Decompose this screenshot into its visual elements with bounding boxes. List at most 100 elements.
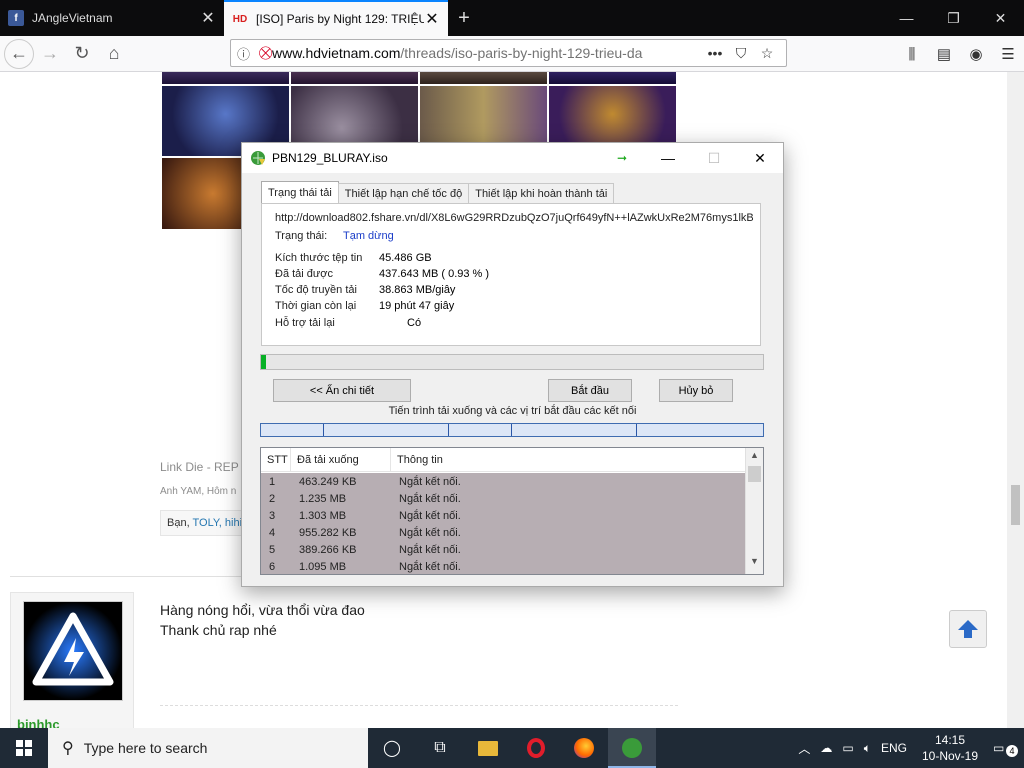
column-header-downloaded[interactable]: Đã tải xuống: [291, 448, 391, 471]
clock-date: 10-Nov-19: [921, 749, 978, 763]
list-item[interactable]: 2 1.235 MB Ngắt kết nối.: [261, 490, 745, 507]
search-placeholder: Type here to search: [83, 740, 208, 756]
thumbnail-image[interactable]: [420, 72, 547, 84]
status-panel: http://download802.fshare.vn/dl/X8L6wG29…: [261, 203, 761, 346]
file-size-value: 45.486 GB: [379, 252, 432, 264]
show-hidden-icons-icon[interactable]: ︿: [793, 740, 815, 757]
account-icon[interactable]: ◉: [960, 45, 992, 63]
username[interactable]: binhhc: [17, 717, 60, 728]
cortana-icon[interactable]: ◯: [368, 728, 416, 768]
status-value: Tạm dừng: [343, 230, 394, 242]
url-bar[interactable]: ⓘ ⛒ www.hdvietnam.com/threads/iso-paris-…: [230, 39, 787, 67]
file-explorer-icon[interactable]: [464, 728, 512, 768]
dialog-titlebar[interactable]: PBN129_BLURAY.iso ➞ — ☐ ✕: [242, 143, 783, 173]
arrow-up-icon: [958, 620, 978, 638]
idm-taskbar-icon[interactable]: [608, 728, 656, 768]
thumbnail-image[interactable]: [549, 72, 676, 84]
menu-icon[interactable]: ☰: [992, 45, 1024, 63]
url-path: /threads/iso-paris-by-night-129-trieu-da: [400, 45, 643, 61]
language-indicator[interactable]: ENG: [876, 741, 912, 755]
quote-author-text: Anh YAM, Hôm n: [160, 486, 237, 497]
info-icon[interactable]: ⓘ: [237, 44, 250, 63]
close-tab-icon[interactable]: ✕: [424, 9, 440, 29]
list-scrollbar-thumb[interactable]: [748, 466, 761, 482]
reload-button[interactable]: ↻: [66, 38, 98, 70]
back-button[interactable]: ←: [4, 38, 34, 69]
firefox-icon[interactable]: [560, 728, 608, 768]
list-item[interactable]: 3 1.303 MB Ngắt kết nối.: [261, 507, 745, 524]
tracking-protection-icon[interactable]: ⛒: [259, 45, 272, 61]
connections-list[interactable]: STT Đã tải xuống Thông tin 1 463.249 KB Ng…: [260, 447, 764, 575]
home-button[interactable]: ⌂: [98, 38, 130, 70]
scroll-up-arrow-icon[interactable]: ▲: [746, 450, 763, 466]
start-button[interactable]: [0, 728, 48, 768]
hide-details-button[interactable]: << Ẩn chi tiết: [273, 379, 411, 402]
dialog-minimize-button[interactable]: —: [645, 143, 691, 173]
post-line: Thank chủ rap nhé: [160, 622, 277, 638]
speed-value: 38.863 MB/giây: [379, 284, 456, 296]
list-scrollbar[interactable]: ▲ ▼: [745, 448, 763, 574]
tab-janglevietnam[interactable]: f JAngleVietnam ✕: [0, 0, 224, 36]
opera-icon[interactable]: [512, 728, 560, 768]
cell-stt: 4: [269, 526, 276, 539]
clock[interactable]: 14:15 10-Nov-19: [912, 732, 988, 764]
thumbnail-image[interactable]: [162, 72, 289, 84]
forward-button[interactable]: →: [34, 38, 66, 70]
hdvietnam-icon: HD: [232, 13, 248, 25]
library-icon[interactable]: ⫼: [896, 46, 928, 63]
scroll-down-arrow-icon[interactable]: ▼: [746, 556, 763, 572]
remaining-row: Thời gian còn lại 19 phút 47 giây: [275, 300, 454, 312]
task-view-icon[interactable]: ⧉: [416, 728, 464, 768]
volume-icon[interactable]: 🔈︎: [859, 741, 876, 756]
onedrive-icon[interactable]: ☁: [815, 741, 837, 755]
cell-downloaded: 463.249 KB: [299, 475, 357, 488]
minimize-button[interactable]: —: [883, 0, 930, 36]
dialog-close-button[interactable]: ✕: [737, 143, 783, 173]
tab-hdvietnam[interactable]: HD [ISO] Paris by Night 129: TRIỆU ✕: [224, 0, 448, 36]
clock-time: 14:15: [934, 733, 965, 747]
page-scrollbar[interactable]: [1007, 72, 1024, 728]
close-tab-icon[interactable]: ✕: [200, 8, 216, 28]
column-header-info[interactable]: Thông tin: [391, 448, 745, 471]
windows-logo-icon: [16, 740, 32, 756]
list-item[interactable]: 6 1.095 MB Ngắt kết nối.: [261, 558, 745, 574]
tab-speed-limiter[interactable]: Thiết lập hạn chế tốc độ: [337, 183, 470, 203]
page-actions-icon[interactable]: •••: [702, 45, 728, 61]
scroll-to-top-button[interactable]: [949, 610, 987, 648]
cell-info: Ngắt kết nối.: [399, 509, 461, 522]
file-size-row: Kích thước tệp tin 45.486 GB: [275, 252, 432, 264]
close-window-button[interactable]: ✕: [977, 0, 1024, 36]
resume-row: Hỗ trợ tải lại Có: [275, 317, 421, 329]
list-item[interactable]: 4 955.282 KB Ngắt kết nối.: [261, 524, 745, 541]
cell-stt: 6: [269, 560, 276, 573]
post-content: Hàng nóng hổi, vừa thổi vừa đao Thank ch…: [160, 600, 365, 640]
url-domain: www.hdvietnam.com: [272, 45, 401, 61]
url-text[interactable]: www.hdvietnam.com/threads/iso-paris-by-n…: [272, 45, 702, 61]
network-icon[interactable]: ▭: [837, 741, 858, 755]
start-button[interactable]: Bắt đầu: [548, 379, 632, 402]
link-die-text: Link Die - REP: [160, 460, 239, 474]
scrollbar-thumb[interactable]: [1011, 485, 1020, 525]
avatar[interactable]: [23, 601, 123, 701]
list-item[interactable]: 1 463.249 KB Ngắt kết nối.: [261, 473, 745, 490]
remaining-label: Thời gian còn lại: [275, 300, 357, 312]
segment-marker: [511, 424, 512, 436]
new-tab-button[interactable]: +: [448, 0, 480, 36]
action-center-icon[interactable]: ▭ 4: [988, 741, 1024, 757]
bookmark-star-icon[interactable]: ☆: [754, 45, 780, 62]
thumbnail-image[interactable]: [291, 72, 418, 84]
tab-download-status[interactable]: Trạng thái tải: [261, 181, 339, 203]
notification-count: 4: [1006, 745, 1018, 757]
cell-stt: 5: [269, 543, 276, 556]
sidebar-icon[interactable]: ▤: [928, 45, 960, 63]
reactions-names[interactable]: TOLY, hihi: [193, 517, 243, 529]
column-header-stt[interactable]: STT: [261, 448, 291, 471]
tab-on-completion[interactable]: Thiết lập khi hoàn thành tải: [468, 183, 615, 203]
restore-button[interactable]: ❐: [930, 0, 977, 36]
list-item[interactable]: 5 389.266 KB Ngắt kết nối.: [261, 541, 745, 558]
windows-taskbar: ⚲ Type here to search ◯ ⧉ ︿ ☁ ▭ 🔈︎ ENG 1…: [0, 728, 1024, 768]
pocket-icon[interactable]: ⛉: [728, 45, 754, 62]
taskbar-search-box[interactable]: ⚲ Type here to search: [48, 728, 368, 768]
browser-tab-bar: f JAngleVietnam ✕ HD [ISO] Paris by Nigh…: [0, 0, 1024, 36]
cancel-button[interactable]: Hủy bỏ: [659, 379, 733, 402]
